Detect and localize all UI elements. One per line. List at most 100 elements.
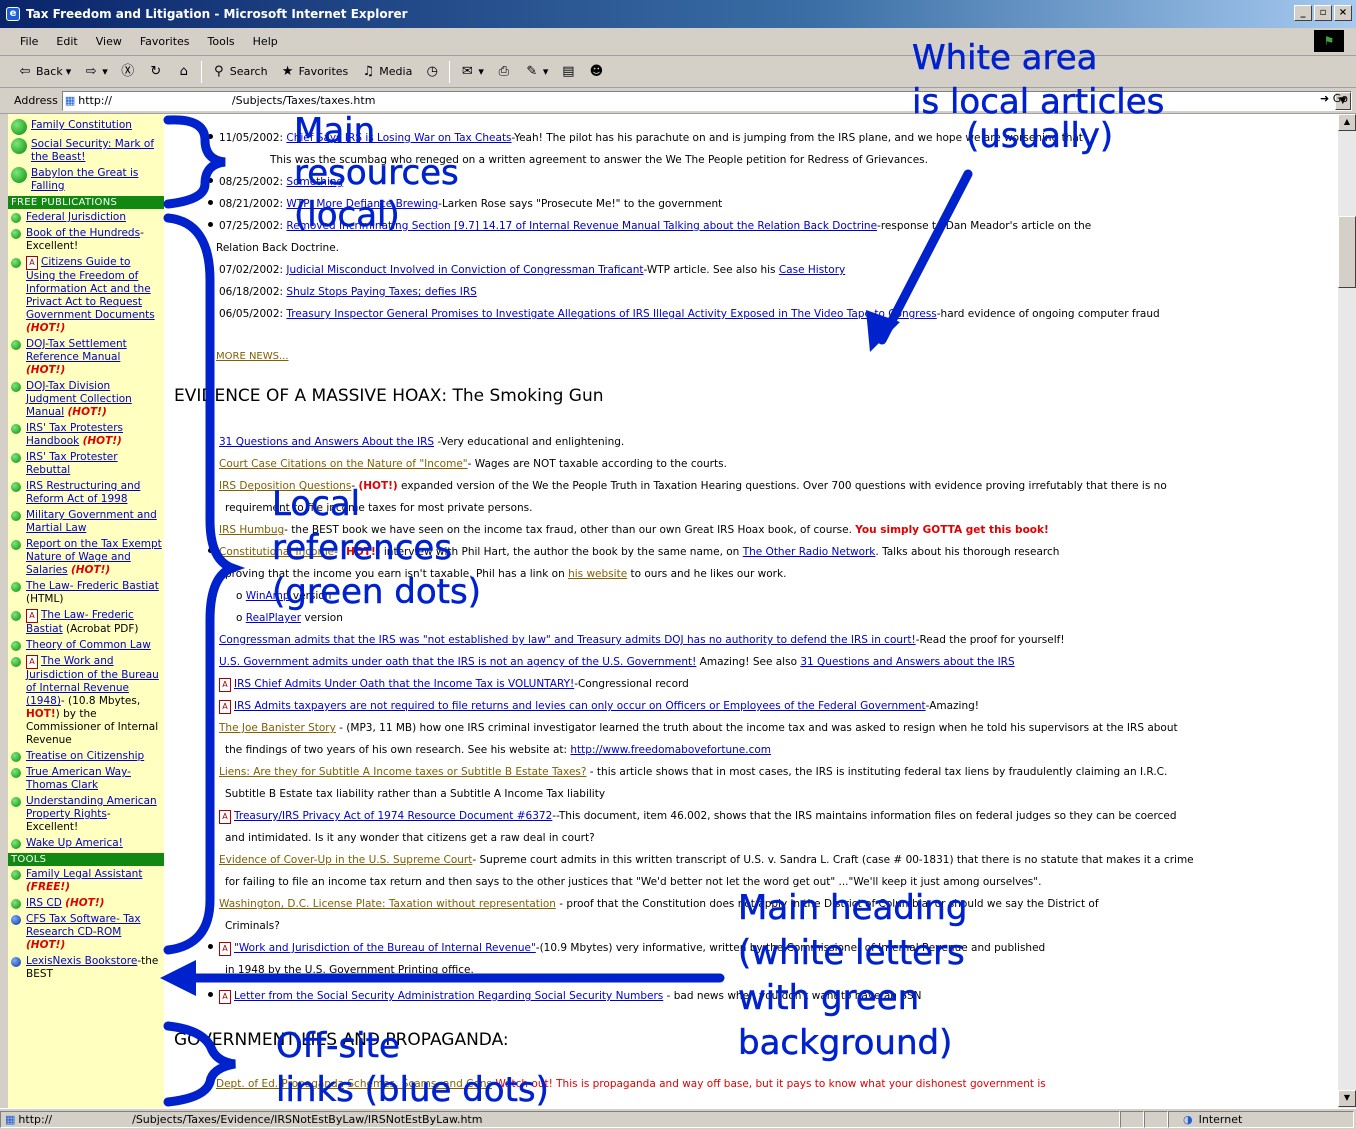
menu-tools[interactable]: Tools xyxy=(208,35,235,48)
evidence-text: Amazing! See also xyxy=(696,656,801,668)
sidebar-item-link[interactable]: Citizens Guide to Using the Freedom of I… xyxy=(26,256,155,321)
sidebar-item[interactable]: The Law- Frederic Bastiat (HTML) xyxy=(8,579,164,608)
sidebar-item[interactable]: Book of the Hundreds-Excellent! xyxy=(8,226,164,255)
evidence-link[interactable]: Liens: Are they for Subtitle A Income ta… xyxy=(219,766,586,778)
sidebar-item[interactable]: A Citizens Guide to Using the Freedom of … xyxy=(8,255,164,337)
evidence-link[interactable]: 31 Questions and Answers About the IRS xyxy=(219,436,434,448)
sidebar-item-babylon[interactable]: Babylon the Great is Falling xyxy=(8,166,164,195)
sidebar-item[interactable]: IRS Restructuring and Reform Act of 1998 xyxy=(8,479,164,508)
green-dot-icon xyxy=(11,453,21,463)
news-link[interactable]: Treasury Inspector General Promises to I… xyxy=(286,308,936,320)
sidebar-item[interactable]: Federal Jurisdiction xyxy=(8,210,164,226)
sidebar-item-social-security[interactable]: Social Security: Mark of the Beast! xyxy=(8,137,164,166)
sidebar-item[interactable]: Understanding American Property Rights-E… xyxy=(8,794,164,836)
news-link[interactable]: Shulz Stops Paying Taxes; defies IRS xyxy=(286,286,476,298)
vertical-scrollbar[interactable]: ▲ ▼ xyxy=(1338,114,1356,1108)
scroll-up-button[interactable]: ▲ xyxy=(1338,114,1356,131)
back-button[interactable]: ⇦ Back ▾ xyxy=(14,62,74,82)
minimize-button[interactable]: _ xyxy=(1294,5,1312,21)
sidebar-item[interactable]: A The Work and Jurisdiction of the Bureau… xyxy=(8,654,164,749)
menu-view[interactable]: View xyxy=(96,35,122,48)
stop-button[interactable]: Ⓧ xyxy=(117,62,139,82)
menu-file[interactable]: File xyxy=(20,35,38,48)
sidebar-item[interactable]: IRS' Tax Protesters Handbook (HOT!) xyxy=(8,421,164,450)
close-button[interactable]: × xyxy=(1334,5,1352,21)
messenger-button[interactable]: ☻ xyxy=(585,62,607,82)
scroll-down-button[interactable]: ▼ xyxy=(1338,1090,1356,1107)
sidebar-item[interactable]: DOJ-Tax Settlement Reference Manual (HOT… xyxy=(8,337,164,379)
sidebar-item[interactable]: Report on the Tax Exempt Nature of Wage … xyxy=(8,537,164,579)
sidebar-item-link[interactable]: IRS CD xyxy=(26,897,62,909)
menu-favorites[interactable]: Favorites xyxy=(140,35,190,48)
evidence-link[interactable]: IRS Chief Admits Under Oath that the Inc… xyxy=(234,678,574,690)
menu-edit[interactable]: Edit xyxy=(56,35,77,48)
sidebar-item[interactable]: IRS' Tax Protester Rebuttal xyxy=(8,450,164,479)
go-button[interactable]: ➜ Go xyxy=(1320,92,1348,105)
evidence-link[interactable]: U.S. Government admits under oath that t… xyxy=(219,656,696,668)
edit-button[interactable]: ✎ ▾ xyxy=(521,62,552,82)
sidebar-item-link[interactable]: CFS Tax Software- Tax Research CD-ROM xyxy=(26,913,141,938)
sidebar-item-link[interactable]: True American Way- Thomas Clark xyxy=(26,766,131,791)
history-button[interactable]: ◷ xyxy=(421,62,443,82)
sidebar-item[interactable]: Military Government and Martial Law xyxy=(8,508,164,537)
sidebar-item-link[interactable]: Military Government and Martial Law xyxy=(26,509,157,534)
sidebar-item[interactable]: DOJ-Tax Division Judgment Collection Man… xyxy=(8,379,164,421)
sidebar-item[interactable]: True American Way- Thomas Clark xyxy=(8,765,164,794)
news-link[interactable]: Case History xyxy=(779,264,845,276)
sidebar-item-link[interactable]: Wake Up America! xyxy=(26,837,123,849)
sidebar-item-link[interactable]: The Law- Frederic Bastiat xyxy=(26,580,159,592)
sidebar-item-link[interactable]: Federal Jurisdiction xyxy=(26,211,126,223)
sidebar-item-link[interactable]: Family Legal Assistant xyxy=(26,868,142,880)
news-link[interactable]: Judicial Misconduct Involved in Convicti… xyxy=(286,264,643,276)
sidebar-item-tool[interactable]: CFS Tax Software- Tax Research CD-ROM (H… xyxy=(8,912,164,954)
evidence-link[interactable]: "Work and Jurisdiction of the Bureau of … xyxy=(234,942,536,954)
news-item: 06/05/2002: Treasury Inspector General P… xyxy=(172,308,1160,321)
maximize-button[interactable]: ▫ xyxy=(1314,5,1332,21)
media-button[interactable]: ♫ Media xyxy=(357,62,415,82)
sidebar-item[interactable]: Wake Up America! xyxy=(8,836,164,852)
favorites-button[interactable]: ★ Favorites xyxy=(277,62,352,82)
forward-button[interactable]: ⇨ ▾ xyxy=(80,62,111,82)
list-item: 31 Questions and Answers About the IRS -… xyxy=(172,436,624,449)
list-item: Congressman admits that the IRS was "not… xyxy=(172,634,1065,647)
mail-button[interactable]: ✉ ▾ xyxy=(456,62,487,82)
discuss-button[interactable]: ▤ xyxy=(557,62,579,82)
refresh-button[interactable]: ↻ xyxy=(145,62,167,82)
evidence-link[interactable]: his website xyxy=(568,568,627,580)
evidence-link[interactable]: The Other Radio Network xyxy=(743,546,876,558)
sidebar-item-family-constitution[interactable]: Family Constitution xyxy=(8,118,164,137)
sidebar-item[interactable]: A The Law- Frederic Bastiat (Acrobat PDF) xyxy=(8,608,164,638)
menu-help[interactable]: Help xyxy=(253,35,278,48)
sidebar-item-tool[interactable]: Family Legal Assistant (FREE!) xyxy=(8,867,164,896)
evidence-link[interactable]: Evidence of Cover-Up in the U.S. Supreme… xyxy=(219,854,472,866)
sidebar-item-link[interactable]: Book of the Hundreds xyxy=(26,227,140,239)
list-item: and intimidated. Is it any wonder that c… xyxy=(172,832,595,845)
evidence-link[interactable]: 31 Questions and Answers about the IRS xyxy=(800,656,1014,668)
evidence-link[interactable]: Treasury/IRS Privacy Act of 1974 Resourc… xyxy=(234,810,552,822)
evidence-link[interactable]: The Joe Banister Story xyxy=(219,722,336,734)
scroll-thumb[interactable] xyxy=(1338,216,1356,288)
sidebar-item[interactable]: Theory of Common Law xyxy=(8,638,164,654)
search-button[interactable]: ⚲ Search xyxy=(208,62,271,82)
sidebar-item-link[interactable]: LexisNexis Bookstore xyxy=(26,955,137,967)
evidence-link[interactable]: Court Case Citations on the Nature of "I… xyxy=(219,458,468,470)
sidebar-item[interactable]: Treatise on Citizenship xyxy=(8,749,164,765)
news-date: 07/02/2002: xyxy=(219,264,284,276)
sidebar-item-link[interactable]: IRS Restructuring and Reform Act of 1998 xyxy=(26,480,140,505)
evidence-link[interactable]: Letter from the Social Security Administ… xyxy=(234,990,663,1002)
home-button[interactable]: ⌂ xyxy=(173,62,195,82)
annotation-offsite-links: Off-site links (blue dots) xyxy=(276,1026,549,1111)
evidence-link[interactable]: IRS Admits taxpayers are not required to… xyxy=(234,700,926,712)
more-news-link[interactable]: MORE NEWS... xyxy=(216,350,289,363)
sidebar-item-link[interactable]: Theory of Common Law xyxy=(26,639,151,651)
evidence-link[interactable]: Washington, D.C. License Plate: Taxation… xyxy=(219,898,556,910)
sidebar-item-link[interactable]: Understanding American Property Rights xyxy=(26,795,157,820)
sidebar-item-link[interactable]: Treatise on Citizenship xyxy=(26,750,144,762)
print-button[interactable]: ⎙ xyxy=(493,62,515,82)
sidebar-item-tool[interactable]: IRS CD (HOT!) xyxy=(8,896,164,912)
evidence-link[interactable]: http://www.freedomabovefortune.com xyxy=(570,744,771,756)
sidebar-item-tool[interactable]: LexisNexis Bookstore-the BEST xyxy=(8,954,164,983)
sidebar-item-link[interactable]: DOJ-Tax Settlement Reference Manual xyxy=(26,338,127,363)
evidence-link[interactable]: Congressman admits that the IRS was "not… xyxy=(219,634,916,646)
sidebar-item-link[interactable]: IRS' Tax Protester Rebuttal xyxy=(26,451,118,476)
